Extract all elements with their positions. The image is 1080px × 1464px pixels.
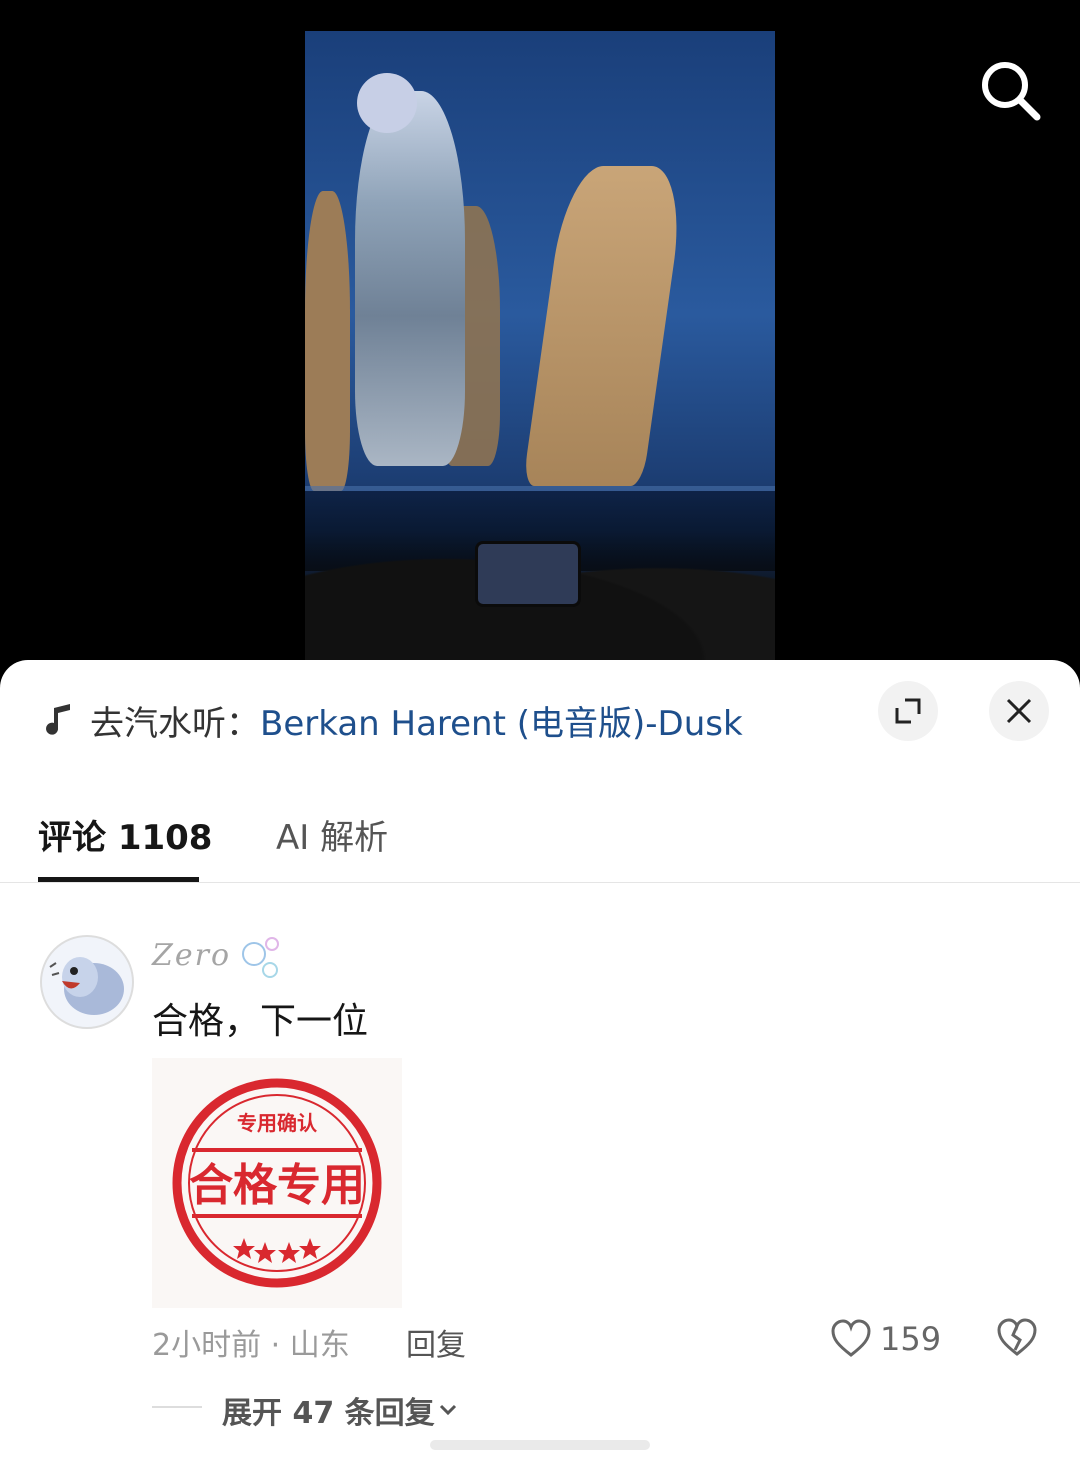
main-performer <box>355 91 465 466</box>
music-note-icon <box>46 704 70 735</box>
audience-phone <box>475 541 581 607</box>
search-button[interactable] <box>975 55 1045 125</box>
music-prefix: 去汽水听： <box>90 703 260 744</box>
expand-replies-label: 展开 47 条回复 <box>222 1396 435 1431</box>
avatar[interactable] <box>40 935 134 1029</box>
stamp-image: 专用确认 合格专用 <box>172 1078 382 1288</box>
stamp-center-text: 合格专用 <box>189 1160 365 1211</box>
dancer-left <box>305 191 350 491</box>
expand-divider <box>152 1406 202 1408</box>
fullscreen-button[interactable] <box>878 681 938 741</box>
like-button[interactable]: 159 <box>830 1316 941 1362</box>
expand-replies-button[interactable]: 展开 47 条回复 <box>222 1388 461 1432</box>
bubbles-icon <box>242 937 279 978</box>
parrot-avatar-icon <box>42 937 132 1027</box>
concert-video-frame[interactable] <box>305 31 775 661</box>
song-title-link[interactable]: Berkan Harent (电音版)-Dusk <box>260 696 743 745</box>
like-count: 159 <box>880 1320 942 1358</box>
dislike-button[interactable] <box>995 1316 1039 1360</box>
video-player[interactable] <box>0 0 1080 680</box>
home-indicator <box>430 1440 650 1450</box>
close-button[interactable] <box>989 681 1049 741</box>
close-icon <box>1006 698 1032 724</box>
tab-ai-analysis[interactable]: AI 解析 <box>276 810 388 859</box>
main-performer-head <box>357 73 417 133</box>
tab-bar: 评论 1108 AI 解析 <box>0 800 1080 883</box>
active-tab-indicator <box>38 877 199 882</box>
comment-time-location: 2小时前 · 山东 <box>152 1328 350 1363</box>
tab-comments[interactable]: 评论 1108 <box>38 810 212 859</box>
stamp-ring-text: 专用确认 <box>237 1111 318 1135</box>
dancer-kneeling <box>522 166 688 486</box>
music-link[interactable]: 去汽水听： Berkan Harent (电音版)-Dusk <box>40 690 743 750</box>
chevron-down-icon <box>439 1404 456 1416</box>
heart-icon <box>831 1319 871 1357</box>
reply-button[interactable]: 回复 <box>406 1320 466 1364</box>
qualified-stamp-sticker[interactable]: 专用确认 合格专用 <box>152 1058 402 1308</box>
broken-heart-icon <box>997 1318 1037 1356</box>
username[interactable]: Zero <box>152 938 231 973</box>
expand-icon <box>895 698 921 724</box>
comment-text: 合格，下一位 <box>152 1001 369 1042</box>
search-icon <box>982 62 1041 121</box>
